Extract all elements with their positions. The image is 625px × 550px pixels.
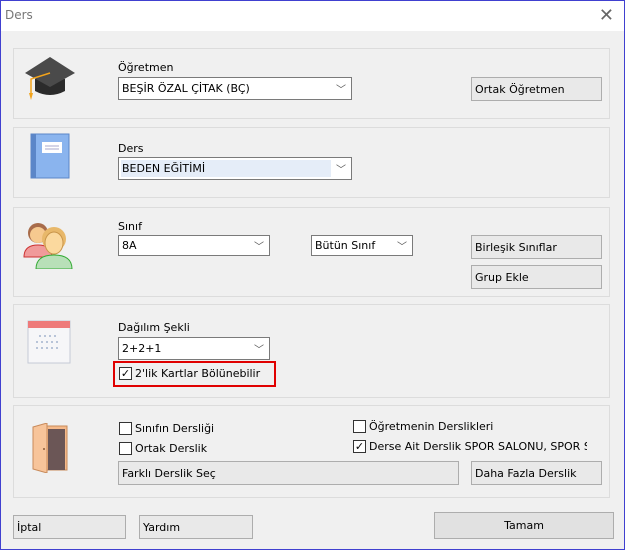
class-scope-value: Bütün Sınıf <box>315 239 376 252</box>
window-title: Ders <box>5 8 33 22</box>
chevron-down-icon: ﹀ <box>254 242 264 253</box>
shared-classroom-label: Ortak Derslik <box>135 442 208 455</box>
more-classrooms-button[interactable]: Daha Fazla Derslik <box>471 461 602 485</box>
graduation-cap-icon <box>25 57 75 100</box>
splittable-cards-label: 2'lik Kartlar Bölünebilir <box>135 367 261 380</box>
class-value: 8A <box>122 239 137 252</box>
teacher-select[interactable]: BEŞİR ÖZAL ÇİTAK (BÇ) ﹀ <box>118 77 352 100</box>
teacher-value: BEŞİR ÖZAL ÇİTAK (BÇ) <box>122 82 250 95</box>
class-scope-select[interactable]: Bütün Sınıf ﹀ <box>311 235 413 256</box>
teacher-classrooms-label: Öğretmenin Derslikleri <box>369 420 494 433</box>
help-button[interactable]: Yardım <box>139 515 253 539</box>
lesson-label: Ders <box>118 142 144 155</box>
chevron-down-icon: ﹀ <box>336 165 346 176</box>
people-icon <box>23 223 73 269</box>
lesson-classroom-checkbox[interactable]: ✓Derse Ait Derslik SPOR SALONU, SPOR SAL… <box>353 440 587 453</box>
chevron-down-icon: ﹀ <box>254 345 264 356</box>
chevron-down-icon: ﹀ <box>336 85 346 96</box>
shared-classroom-checkbox[interactable]: Ortak Derslik <box>119 442 207 455</box>
teacher-label: Öğretmen <box>118 61 174 74</box>
distribution-value: 2+2+1 <box>122 342 162 355</box>
class-classroom-label: Sınıfın Dersliği <box>135 422 215 435</box>
class-classroom-checkbox[interactable]: Sınıfın Dersliği <box>119 422 214 435</box>
distribution-label: Dağılım Şekli <box>118 321 190 334</box>
choose-classroom-button[interactable]: Farklı Derslik Seç <box>118 461 459 485</box>
shared-teacher-button[interactable]: Ortak Öğretmen <box>471 77 602 101</box>
distribution-select[interactable]: 2+2+1 ﹀ <box>118 337 270 360</box>
calendar-icon <box>27 320 71 364</box>
class-select[interactable]: 8A ﹀ <box>118 235 270 256</box>
dialog-window: Ders ✕ Öğretmen BEŞİR ÖZAL ÇİTAK (BÇ) ﹀ O… <box>0 0 625 550</box>
add-group-button[interactable]: Grup Ekle <box>471 265 602 289</box>
door-icon <box>32 423 68 473</box>
book-icon <box>30 133 70 179</box>
title-bar: Ders ✕ <box>1 1 624 31</box>
cancel-button[interactable]: İptal <box>13 515 126 539</box>
teacher-classrooms-checkbox[interactable]: Öğretmenin Derslikleri <box>353 420 493 433</box>
class-label: Sınıf <box>118 220 142 233</box>
lesson-classroom-checkbox-wrap: ✓Derse Ait Derslik SPOR SALONU, SPOR SAL… <box>353 440 587 456</box>
ok-button[interactable]: Tamam <box>434 512 614 539</box>
lesson-value: BEDEN EĞİTİMİ <box>122 162 206 175</box>
checkmark-icon: ✓ <box>353 440 366 453</box>
close-icon[interactable]: ✕ <box>599 5 614 26</box>
chevron-down-icon: ﹀ <box>397 242 407 253</box>
checkmark-icon: ✓ <box>119 367 132 380</box>
distribution-panel <box>13 304 610 398</box>
lesson-classroom-label: Derse Ait Derslik SPOR SALONU, SPOR SALO… <box>369 440 587 453</box>
combined-classes-button[interactable]: Birleşik Sınıflar <box>471 235 602 259</box>
splittable-cards-checkbox[interactable]: ✓ 2'lik Kartlar Bölünebilir <box>119 367 260 380</box>
lesson-select[interactable]: BEDEN EĞİTİMİ ﹀ <box>118 157 352 180</box>
